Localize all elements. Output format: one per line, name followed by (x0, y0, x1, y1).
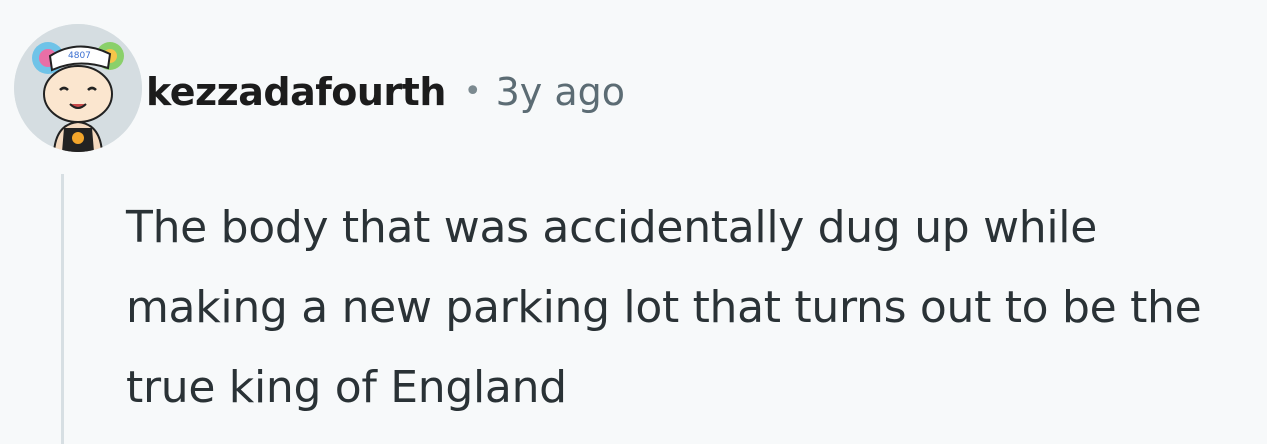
svg-text:4807: 4807 (68, 51, 91, 61)
comment-timestamp[interactable]: 3y ago (496, 70, 625, 114)
comment-header: kezzadafourth • 3y ago (146, 66, 625, 118)
snoo-avatar-icon: 4807 (14, 24, 142, 152)
comment: 4807 kezzadafourth • 3y ago The body tha… (0, 0, 1267, 444)
avatar[interactable]: 4807 (14, 24, 142, 152)
thread-line[interactable] (61, 174, 64, 444)
meta-separator: • (463, 74, 482, 109)
author-username[interactable]: kezzadafourth (146, 70, 446, 114)
comment-body: The body that was accidentally dug up wh… (126, 202, 1202, 413)
